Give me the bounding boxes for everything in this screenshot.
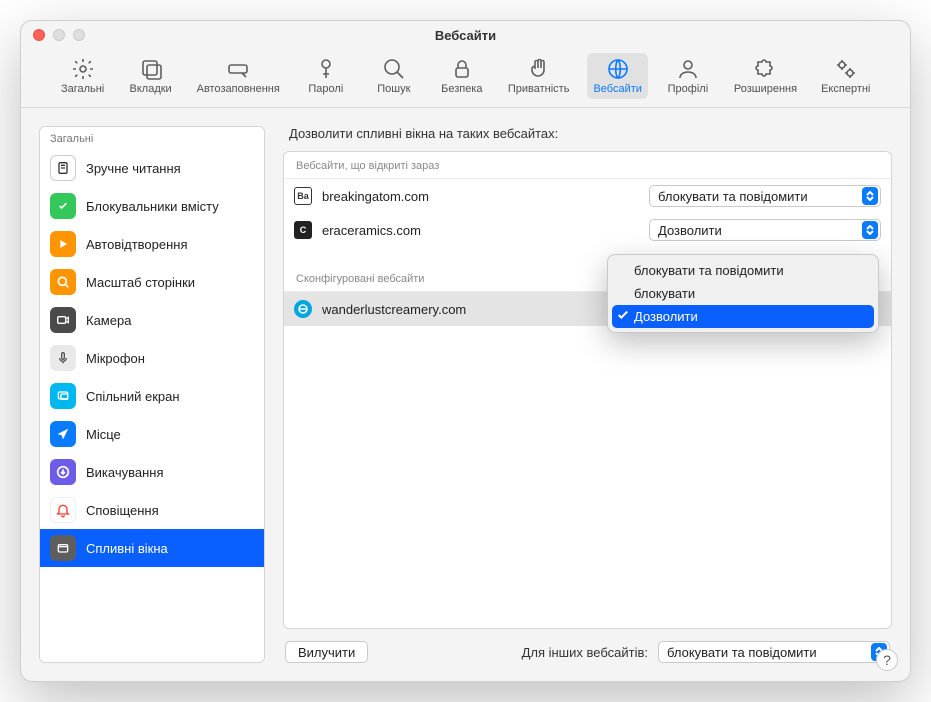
tabs-icon	[139, 57, 163, 81]
tab-passwords[interactable]: Паролі	[298, 53, 354, 99]
tab-search[interactable]: Пошук	[366, 53, 422, 99]
sidebar-item-camera[interactable]: Камера	[40, 301, 264, 339]
permission-select[interactable]: блокувати та повідомити	[649, 185, 881, 207]
sidebar-item-label: Викачування	[86, 465, 164, 480]
site-domain: breakingatom.com	[322, 189, 639, 204]
screen-share-icon	[50, 383, 76, 409]
sidebar-item-reader[interactable]: Зручне читання	[40, 149, 264, 187]
window-title: Вебсайти	[21, 28, 910, 43]
play-icon	[50, 231, 76, 257]
sidebar-section-header: Загальні	[40, 127, 264, 149]
sidebar-item-content-blockers[interactable]: Блокувальники вмісту	[40, 187, 264, 225]
permission-select[interactable]: Дозволити	[649, 219, 881, 241]
menu-item-label: блокувати	[634, 286, 695, 301]
other-websites-select[interactable]: блокувати та повідомити	[658, 641, 890, 663]
tab-extensions[interactable]: Розширення	[728, 53, 803, 99]
tab-security[interactable]: Безпека	[434, 53, 490, 99]
zoom-icon	[50, 269, 76, 295]
bottom-bar: Вилучити Для інших вебсайтів: блокувати …	[283, 629, 892, 663]
titlebar: Вебсайти	[21, 21, 910, 49]
sidebar-item-screen-sharing[interactable]: Спільний екран	[40, 377, 264, 415]
checkmark-icon	[617, 309, 629, 324]
bell-icon	[50, 497, 76, 523]
menu-item-block-notify[interactable]: блокувати та повідомити	[612, 259, 874, 282]
close-window-button[interactable]	[33, 29, 45, 41]
remove-button[interactable]: Вилучити	[285, 641, 368, 663]
sidebar-item-label: Спливні вікна	[86, 541, 168, 556]
favicon-icon: Ba	[294, 187, 312, 205]
hand-icon	[527, 57, 551, 81]
menu-item-label: блокувати та повідомити	[634, 263, 784, 278]
sidebar-item-page-zoom[interactable]: Масштаб сторінки	[40, 263, 264, 301]
globe-icon	[606, 57, 630, 81]
traffic-lights	[33, 29, 85, 41]
favicon-icon	[294, 300, 312, 318]
content-area: Загальні Зручне читання Блокувальники вм…	[21, 108, 910, 681]
shield-check-icon	[50, 193, 76, 219]
sidebar-item-popups[interactable]: Спливні вікна	[40, 529, 264, 567]
sidebar-item-notifications[interactable]: Сповіщення	[40, 491, 264, 529]
group-header-open: Вебсайти, що відкриті зараз	[284, 152, 891, 179]
site-row[interactable]: C eraceramics.com Дозволити	[284, 213, 891, 247]
sidebar-item-label: Масштаб сторінки	[86, 275, 195, 290]
person-icon	[676, 57, 700, 81]
sidebar-list[interactable]: Зручне читання Блокувальники вмісту Авто…	[40, 149, 264, 662]
menu-item-allow[interactable]: Дозволити	[612, 305, 874, 328]
gear-icon	[71, 57, 95, 81]
select-value: Дозволити	[658, 223, 722, 238]
gears-icon	[834, 57, 858, 81]
sidebar-item-location[interactable]: Місце	[40, 415, 264, 453]
menu-item-label: Дозволити	[634, 309, 698, 324]
permission-dropdown-menu: блокувати та повідомити блокувати Дозвол…	[607, 254, 879, 333]
location-icon	[50, 421, 76, 447]
websites-list-box: Вебсайти, що відкриті зараз Ba breakinga…	[283, 151, 892, 629]
camera-icon	[50, 307, 76, 333]
minimize-window-button[interactable]	[53, 29, 65, 41]
select-arrows-icon	[862, 187, 878, 205]
main-panel: Дозволити спливні вікна на таких вебсайт…	[283, 126, 892, 663]
menu-item-block[interactable]: блокувати	[612, 282, 874, 305]
sidebar-item-label: Блокувальники вмісту	[86, 199, 219, 214]
site-row[interactable]: Ba breakingatom.com блокувати та повідом…	[284, 179, 891, 213]
sidebar-item-downloads[interactable]: Викачування	[40, 453, 264, 491]
popup-window-icon	[50, 535, 76, 561]
sidebar-item-label: Камера	[86, 313, 131, 328]
tab-profiles[interactable]: Профілі	[660, 53, 716, 99]
tab-advanced[interactable]: Експертні	[815, 53, 876, 99]
sidebar-item-label: Місце	[86, 427, 121, 442]
select-value: блокувати та повідомити	[667, 645, 817, 660]
settings-sidebar: Загальні Зручне читання Блокувальники вм…	[39, 126, 265, 663]
autofill-icon	[226, 57, 250, 81]
microphone-icon	[50, 345, 76, 371]
favicon-icon: C	[294, 221, 312, 239]
tab-autofill[interactable]: Автозаповнення	[191, 53, 286, 99]
other-websites-label: Для інших вебсайтів:	[522, 645, 648, 660]
sidebar-item-label: Мікрофон	[86, 351, 145, 366]
preferences-toolbar: Загальні Вкладки Автозаповнення Паролі П…	[21, 49, 910, 108]
tab-websites[interactable]: Вебсайти	[587, 53, 647, 99]
zoom-window-button[interactable]	[73, 29, 85, 41]
main-heading: Дозволити спливні вікна на таких вебсайт…	[289, 126, 892, 141]
sidebar-item-label: Спільний екран	[86, 389, 180, 404]
sidebar-item-label: Зручне читання	[86, 161, 181, 176]
download-icon	[50, 459, 76, 485]
sidebar-item-label: Автовідтворення	[86, 237, 188, 252]
sidebar-item-microphone[interactable]: Мікрофон	[40, 339, 264, 377]
search-icon	[382, 57, 406, 81]
select-arrows-icon	[862, 221, 878, 239]
puzzle-icon	[753, 57, 777, 81]
key-icon	[314, 57, 338, 81]
site-domain: wanderlustcreamery.com	[322, 302, 639, 317]
tab-privacy[interactable]: Приватність	[502, 53, 576, 99]
reader-icon	[50, 155, 76, 181]
tab-tabs[interactable]: Вкладки	[123, 53, 179, 99]
sidebar-item-label: Сповіщення	[86, 503, 159, 518]
site-domain: eraceramics.com	[322, 223, 639, 238]
select-value: блокувати та повідомити	[658, 189, 808, 204]
help-button[interactable]: ?	[876, 649, 898, 671]
preferences-window: Вебсайти Загальні Вкладки Автозаповнення…	[20, 20, 911, 682]
tab-general[interactable]: Загальні	[55, 53, 111, 99]
sidebar-item-autoplay[interactable]: Автовідтворення	[40, 225, 264, 263]
lock-icon	[450, 57, 474, 81]
